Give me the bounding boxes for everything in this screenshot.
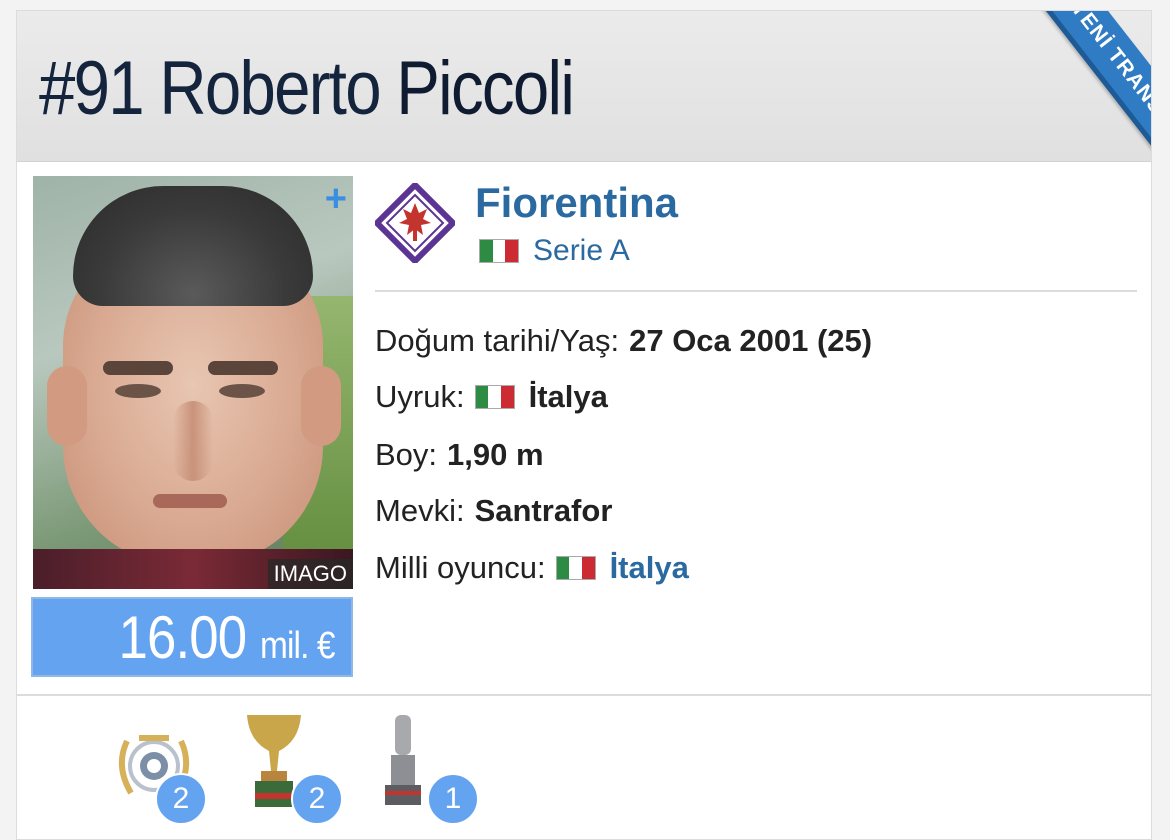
fiorentina-crest-icon[interactable] bbox=[375, 183, 455, 263]
player-photo[interactable]: + IMAGO bbox=[33, 176, 353, 589]
birth-row: Doğum tarihi/Yaş: 27 Oca 2001 (25) bbox=[375, 323, 872, 359]
player-header: #91 Roberto Piccoli bbox=[17, 11, 1151, 162]
league-name-link[interactable]: Serie A bbox=[533, 234, 630, 268]
trophies-divider bbox=[17, 694, 1151, 696]
photo-credit: IMAGO bbox=[267, 559, 353, 589]
market-value-box[interactable]: 16.00 mil. € bbox=[31, 597, 353, 677]
first-name: Roberto bbox=[159, 46, 381, 131]
position-label: Mevki: bbox=[375, 493, 465, 528]
ear-left bbox=[47, 366, 87, 446]
trophy-item[interactable]: 1 bbox=[373, 711, 483, 825]
new-transfer-ribbon[interactable]: YENİ TRANSFER bbox=[1037, 11, 1151, 211]
national-team-row: Milli oyuncu: İtalya bbox=[375, 550, 689, 586]
nose bbox=[173, 401, 213, 481]
trophy-count-badge: 1 bbox=[427, 773, 479, 825]
height-label: Boy: bbox=[375, 437, 438, 472]
league-row[interactable]: Serie A bbox=[479, 231, 630, 271]
page-title: #91 Roberto Piccoli bbox=[39, 46, 575, 131]
trophy-count-badge: 2 bbox=[291, 773, 343, 825]
ear-right bbox=[301, 366, 341, 446]
mouth bbox=[153, 494, 227, 508]
tall-trophy-icon bbox=[385, 715, 421, 805]
brow-right bbox=[208, 361, 278, 375]
shirt-number: #91 bbox=[39, 46, 145, 131]
market-value-unit: mil. € bbox=[260, 625, 335, 667]
nationality-label: Uyruk: bbox=[375, 379, 465, 414]
birth-value: 27 Oca 2001 (25) bbox=[629, 323, 873, 358]
nationality-row: Uyruk: İtalya bbox=[375, 379, 608, 415]
italy-flag-icon bbox=[479, 239, 519, 263]
height-value: 1,90 m bbox=[447, 437, 544, 472]
trophy-item[interactable]: 2 bbox=[109, 711, 219, 825]
section-divider bbox=[375, 290, 1137, 292]
position-value: Santrafor bbox=[474, 493, 613, 528]
height-row: Boy: 1,90 m bbox=[375, 437, 544, 473]
birth-label: Doğum tarihi/Yaş: bbox=[375, 323, 620, 358]
ribbon-label: YENİ TRANSFER bbox=[1037, 11, 1151, 211]
player-card: #91 Roberto Piccoli YENİ TRANSFER + IMAG… bbox=[16, 10, 1152, 840]
brow-left bbox=[103, 361, 173, 375]
plus-icon[interactable]: + bbox=[325, 180, 347, 218]
club-name-link[interactable]: Fiorentina bbox=[475, 179, 678, 227]
trophy-item[interactable]: 2 bbox=[239, 711, 349, 825]
national-team-label: Milli oyuncu: bbox=[375, 550, 546, 585]
national-team-link[interactable]: İtalya bbox=[610, 550, 689, 586]
nationality-value: İtalya bbox=[528, 379, 608, 414]
italy-flag-icon bbox=[474, 385, 515, 409]
trophy-count-badge: 2 bbox=[155, 773, 207, 825]
market-value: 16.00 mil. € bbox=[118, 599, 336, 685]
eye-right bbox=[219, 384, 265, 398]
player-hair bbox=[73, 186, 313, 306]
position-row: Mevki: Santrafor bbox=[375, 493, 612, 529]
italy-flag-icon bbox=[555, 556, 596, 580]
eye-left bbox=[115, 384, 161, 398]
last-name: Piccoli bbox=[396, 46, 575, 131]
market-value-amount: 16.00 bbox=[118, 604, 248, 671]
